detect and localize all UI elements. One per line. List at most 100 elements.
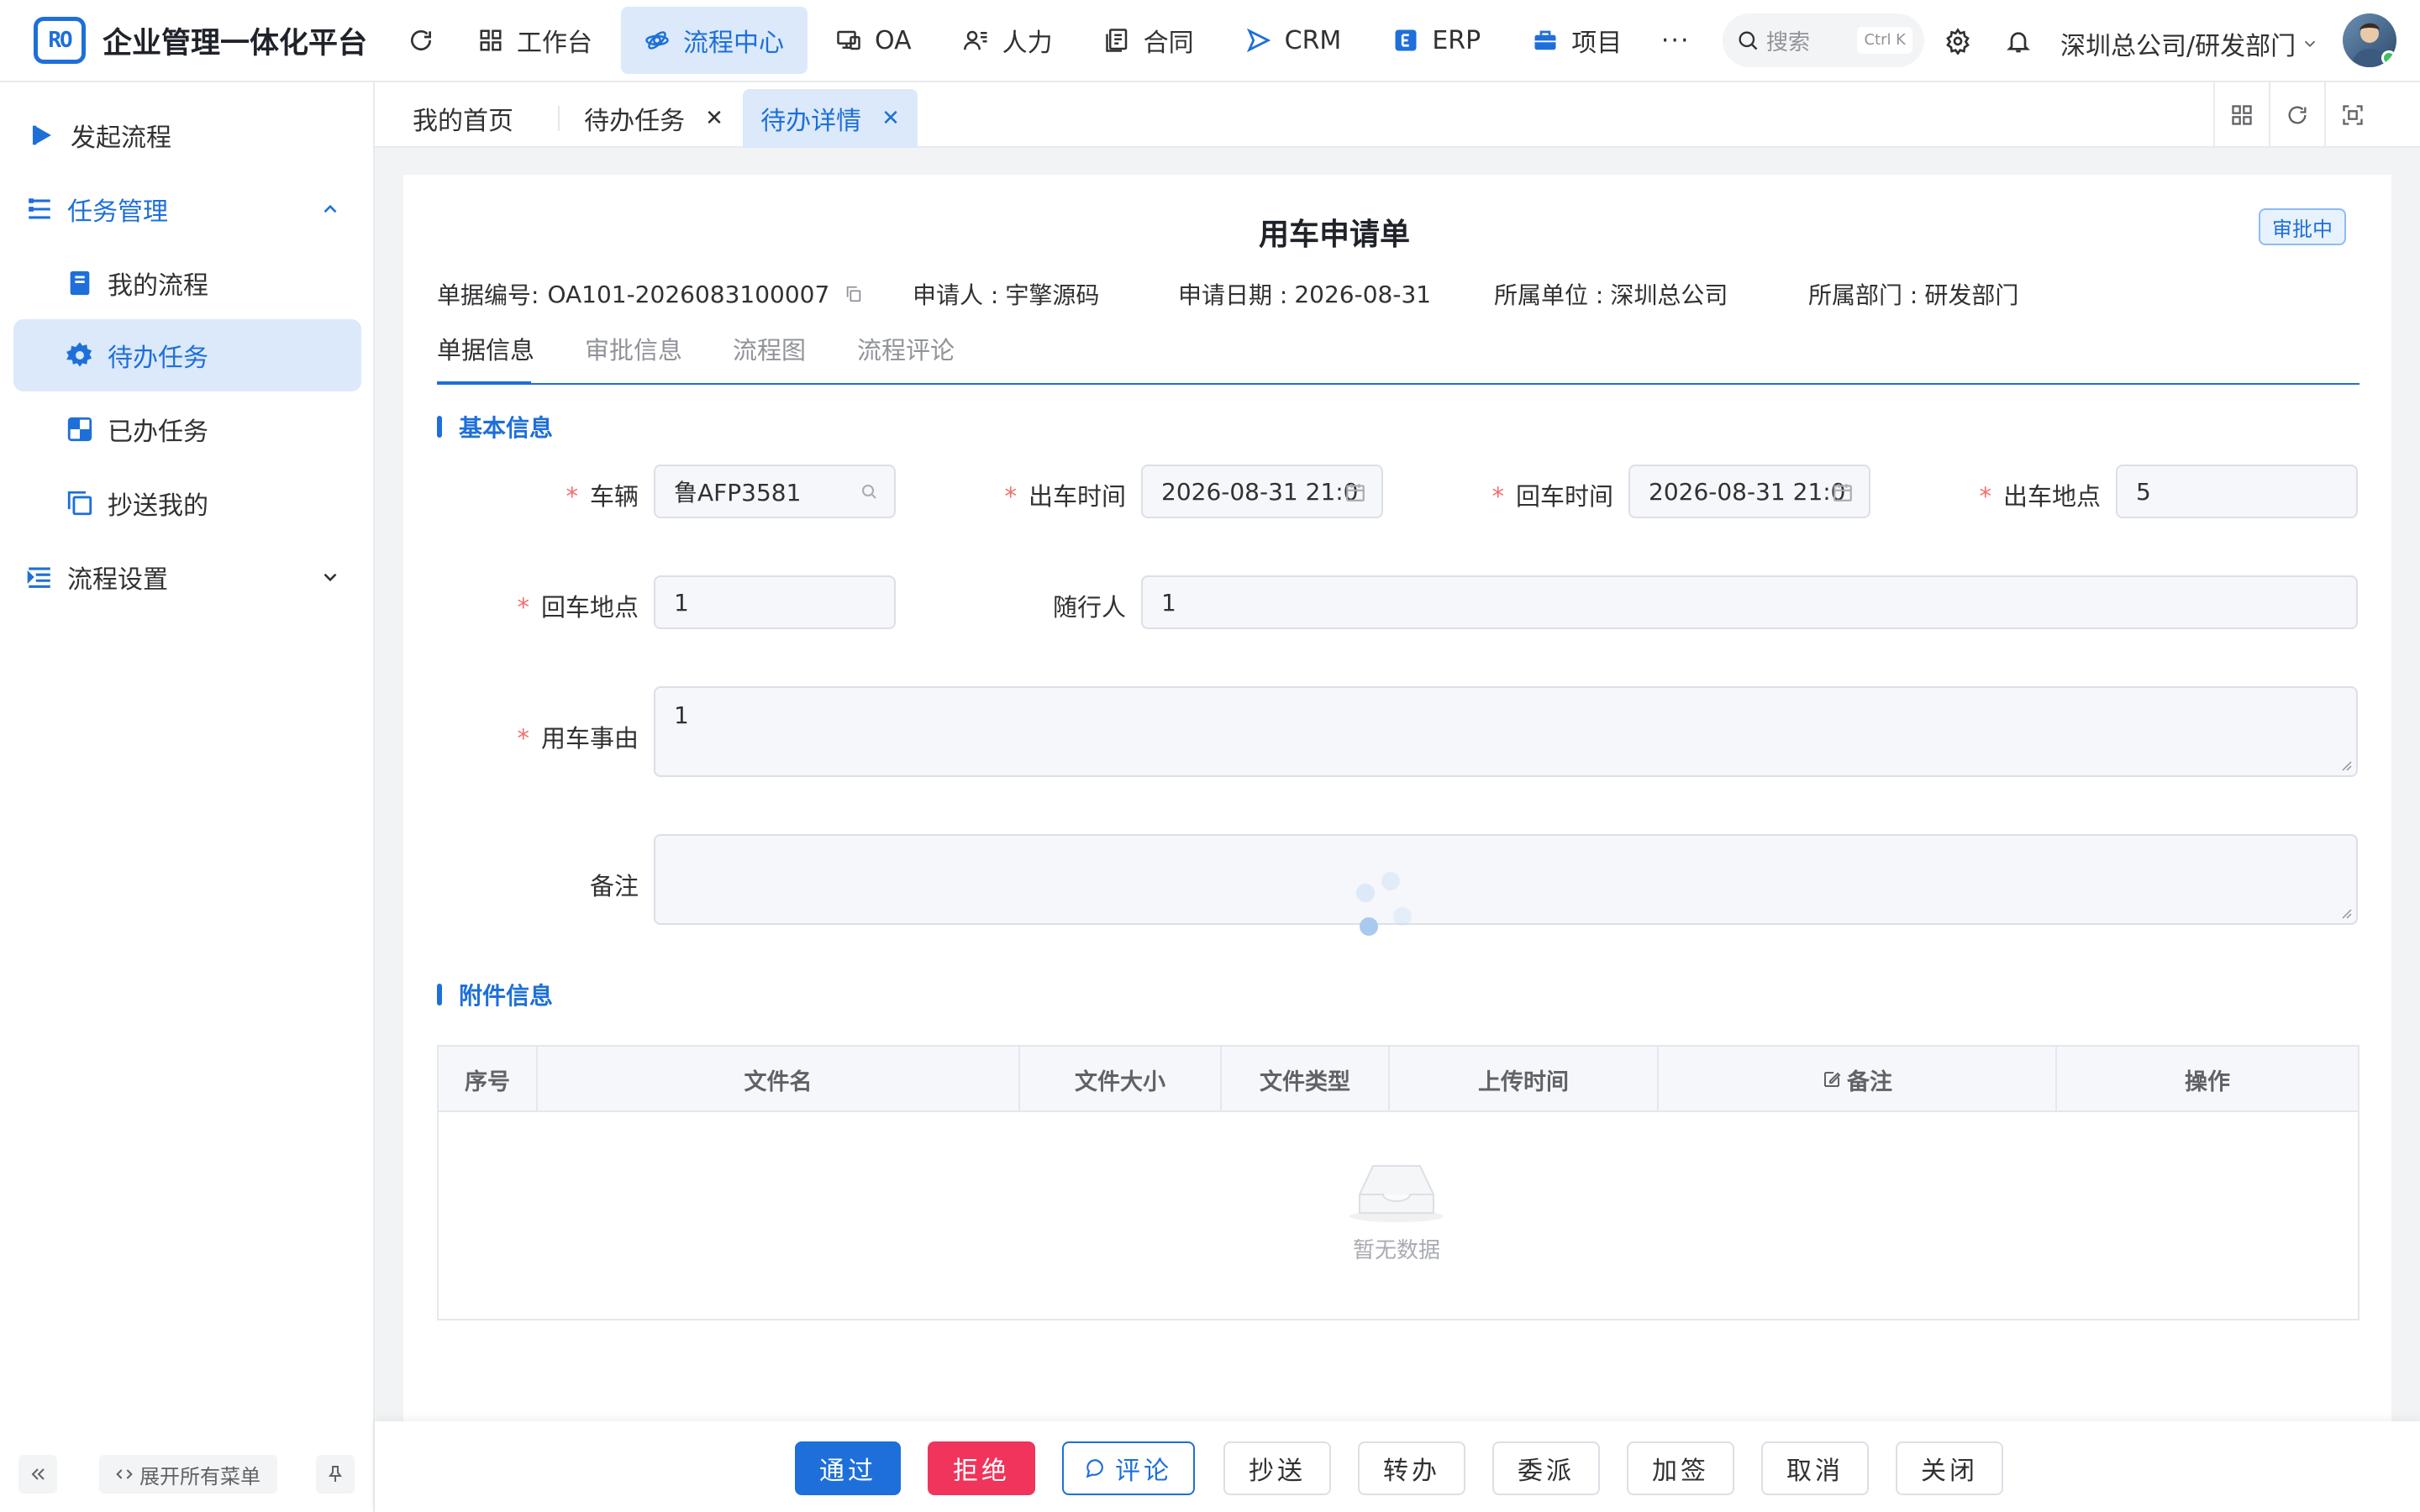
sidebar-item-flow-settings[interactable]: 流程设置: [13, 541, 361, 613]
attachments-table: 序号 文件名 文件大小 文件类型 上传时间 备注 操作 暂无数据: [437, 1045, 2360, 1320]
add-signer-button[interactable]: 加签: [1627, 1441, 1734, 1495]
app-logo[interactable]: RO 企业管理一体化平台: [34, 17, 367, 64]
org-label: 深圳总公司/研发部门: [2060, 32, 2296, 61]
fullscreen-button[interactable]: [2324, 82, 2380, 148]
doc-number-label: 单据编号:: [437, 281, 539, 309]
nav-item-hr[interactable]: 人力: [940, 7, 1076, 74]
field-label: 随行人: [1052, 593, 1126, 622]
column-header: 文件名: [538, 1047, 1020, 1112]
return-time-picker[interactable]: 2026-08-31 21:0: [1628, 465, 1870, 518]
org-selector[interactable]: 深圳总公司/研发部门: [2060, 25, 2319, 62]
table-header: 序号 文件名 文件大小 文件类型 上传时间 备注 操作: [439, 1047, 2358, 1112]
tab-document-info[interactable]: 单据信息: [437, 331, 534, 366]
return-place-value: 1: [674, 588, 689, 617]
column-header: 文件类型: [1222, 1047, 1390, 1112]
search-input[interactable]: 搜索 Ctrl K: [1723, 13, 1924, 67]
collapse-sidebar-button[interactable]: [18, 1455, 57, 1494]
grid-icon: [478, 28, 503, 53]
bell-icon[interactable]: [2002, 24, 2035, 58]
sidebar-footer: 展开所有菜单: [0, 1436, 375, 1512]
nav-label: 项目: [1571, 29, 1623, 58]
approve-button[interactable]: 通过: [795, 1441, 901, 1495]
logo-mark: RO: [34, 17, 86, 64]
tab-todo-detail[interactable]: 待办详情 ✕: [743, 89, 918, 148]
return-place-input[interactable]: 1: [654, 575, 896, 629]
gear-icon: [66, 341, 94, 370]
online-status-dot: [2381, 50, 2396, 66]
depart-place-input[interactable]: 5: [2116, 465, 2358, 518]
reject-button[interactable]: 拒绝: [928, 1441, 1035, 1495]
empty-state: 暂无数据: [1279, 1156, 1514, 1264]
applicant-value: 宇擎源码: [1005, 281, 1100, 309]
sidebar-item-todo-tasks[interactable]: 待办任务: [13, 319, 361, 391]
companion-input[interactable]: 1: [1141, 575, 2358, 629]
tab-label: 我的首页: [413, 107, 513, 136]
nav-more-button[interactable]: ···: [1650, 26, 1701, 55]
tab-flow-comments[interactable]: 流程评论: [857, 331, 955, 366]
section-attachments: 附件信息: [437, 978, 553, 1011]
reason-value: 1: [674, 701, 689, 729]
expand-all-label: 展开所有菜单: [139, 1464, 260, 1488]
copy-icon[interactable]: [844, 285, 863, 303]
tab-home[interactable]: 我的首页: [387, 89, 539, 148]
sidebar-item-my-flows[interactable]: 我的流程: [13, 247, 361, 319]
tab-todo-tasks[interactable]: 待办任务 ✕: [576, 89, 731, 148]
section-marker: [437, 416, 442, 438]
nav-item-workbench[interactable]: 工作台: [455, 7, 616, 74]
nav-item-workflow[interactable]: 流程中心: [621, 7, 808, 74]
vehicle-select[interactable]: 鲁AFP3581: [654, 465, 896, 518]
tab-refresh-button[interactable]: [2269, 82, 2324, 148]
avatar[interactable]: [2343, 13, 2396, 67]
nav-label: ERP: [1432, 25, 1481, 55]
doc-tabs: 单据信息 审批信息 流程图 流程评论: [437, 328, 2360, 385]
remark-textarea[interactable]: [654, 834, 2358, 925]
close-icon[interactable]: ✕: [705, 106, 723, 131]
nav-item-project[interactable]: 项目: [1509, 7, 1645, 74]
nav-item-crm[interactable]: CRM: [1223, 7, 1365, 74]
search-icon[interactable]: [859, 481, 879, 501]
field-label: 回车时间: [1515, 482, 1613, 511]
checkbox-grid-icon: [66, 415, 94, 444]
nav-item-erp[interactable]: ERP: [1370, 7, 1504, 74]
comment-button[interactable]: 评论: [1062, 1441, 1195, 1495]
refresh-icon[interactable]: [404, 24, 438, 57]
nav-item-oa[interactable]: OA: [813, 7, 935, 74]
tab-flow-chart[interactable]: 流程图: [733, 331, 806, 366]
expand-all-menus-button[interactable]: 展开所有菜单: [99, 1455, 277, 1494]
required-mark: *: [566, 482, 578, 511]
sidebar-item-start-flow[interactable]: 发起流程: [13, 99, 361, 171]
comment-label: 评论: [1115, 1457, 1172, 1486]
sidebar-item-label: 抄送我的: [108, 491, 208, 521]
copy-icon: [66, 489, 94, 517]
reason-textarea[interactable]: 1: [654, 686, 2358, 777]
page-tabs: 我的首页 待办任务 ✕ 待办详情 ✕: [375, 82, 2420, 148]
tab-approval-info[interactable]: 审批信息: [585, 331, 682, 366]
action-bar: 通过 拒绝 评论 抄送 转办 委派 加签 取消 关闭: [375, 1421, 2420, 1512]
required-mark: *: [517, 724, 529, 753]
remark-label: 备注: [504, 867, 639, 902]
app-title: 企业管理一体化平台: [103, 26, 368, 60]
cancel-button[interactable]: 取消: [1761, 1441, 1869, 1495]
sidebar-item-done-tasks[interactable]: 已办任务: [13, 393, 361, 465]
pin-sidebar-button[interactable]: [316, 1455, 355, 1494]
empty-text: 暂无数据: [1352, 1238, 1440, 1263]
delegate-button[interactable]: 委派: [1492, 1441, 1600, 1495]
settings-icon[interactable]: [1941, 24, 1975, 58]
sidebar-item-cc-to-me[interactable]: 抄送我的: [13, 467, 361, 539]
loading-spinner-icon: [1356, 872, 1423, 939]
sidebar-item-label: 我的流程: [108, 271, 208, 301]
form-title: 用车申请单: [1259, 218, 1411, 252]
department-label: 所属部门 :: [1808, 281, 1918, 309]
close-icon[interactable]: ✕: [881, 106, 900, 131]
sidebar: 发起流程 任务管理 我的流程 待办任务 已办任务 抄送我的 流程设置 展开所有菜…: [0, 82, 375, 1512]
close-button[interactable]: 关闭: [1896, 1441, 2003, 1495]
sidebar-item-task-management[interactable]: 任务管理: [13, 173, 361, 245]
depart-time-picker[interactable]: 2026-08-31 21:0: [1141, 465, 1383, 518]
nav-item-contract[interactable]: 合同: [1081, 7, 1218, 74]
tab-layout-button[interactable]: [2213, 82, 2269, 148]
sidebar-item-label: 任务管理: [67, 197, 168, 227]
cc-button[interactable]: 抄送: [1223, 1441, 1331, 1495]
resize-grip-icon[interactable]: [2339, 759, 2353, 772]
transfer-button[interactable]: 转办: [1358, 1441, 1465, 1495]
resize-grip-icon[interactable]: [2339, 906, 2353, 920]
